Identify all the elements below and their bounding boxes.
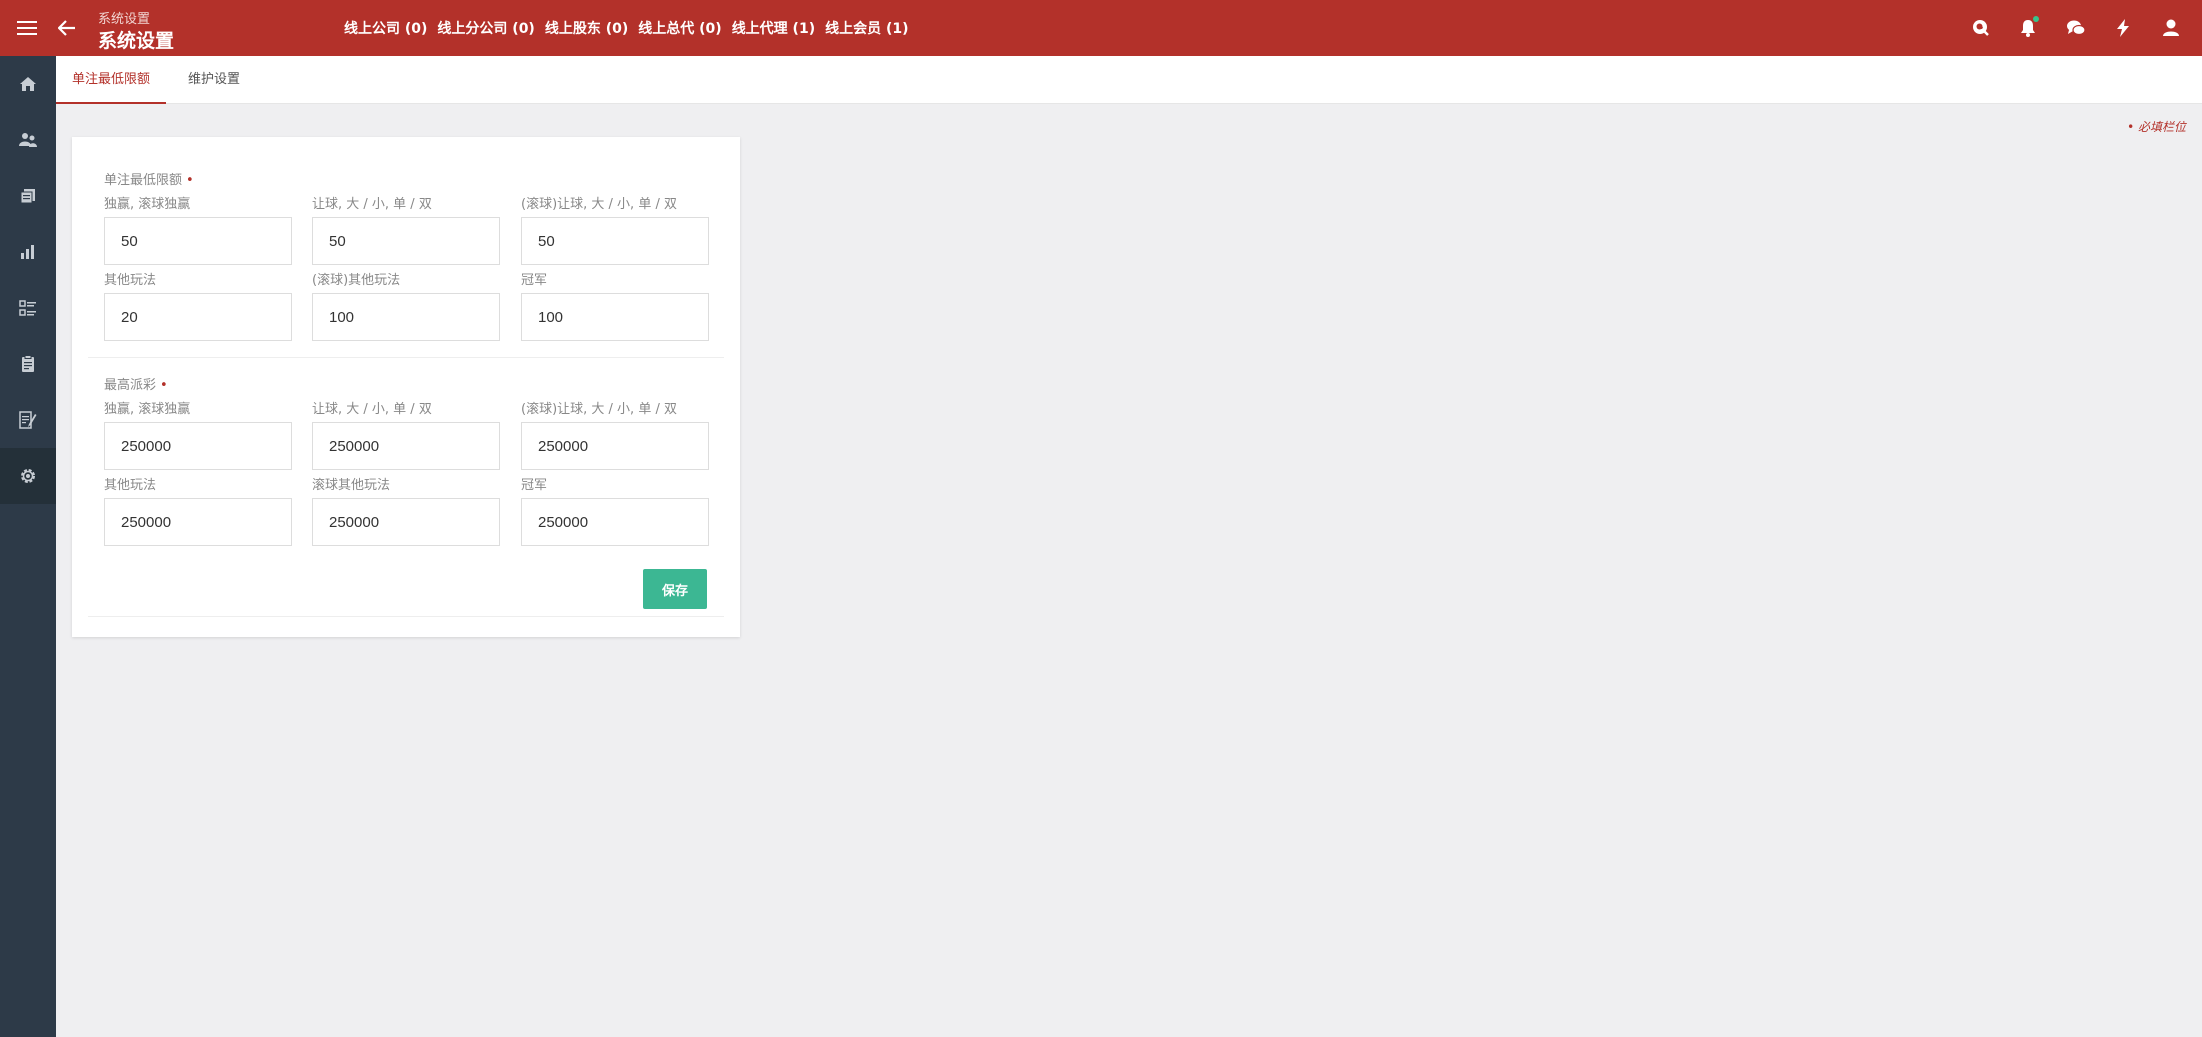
max-payout-outright-input[interactable]: [521, 498, 709, 546]
top-header: 系统设置 系统设置 线上公司 (0) 线上分公司 (0) 线上股东 (0) 线上…: [0, 0, 2202, 56]
page-title: 系统设置: [98, 30, 175, 52]
stat-online-member[interactable]: 线上会员 (1): [825, 18, 908, 38]
field-label: 其他玩法: [104, 478, 157, 493]
tab-maintenance-settings[interactable]: 维护设置: [172, 56, 256, 104]
settings-icon: [21, 469, 35, 483]
max-payout-live-handicap-input[interactable]: [521, 422, 709, 470]
users-icon: [19, 133, 37, 147]
home-icon: [20, 77, 36, 91]
stat-online-general-agent[interactable]: 线上总代 (0): [638, 18, 721, 38]
min-bet-outright-input[interactable]: [521, 293, 709, 341]
lightning-icon[interactable]: [2109, 14, 2137, 42]
stat-online-agent[interactable]: 线上代理 (1): [732, 18, 815, 38]
documents-icon: [20, 189, 35, 204]
online-stats: 线上公司 (0) 线上分公司 (0) 线上股东 (0) 线上总代 (0) 线上代…: [344, 18, 909, 38]
max-payout-other-input[interactable]: [104, 498, 292, 546]
report-icon: [19, 411, 37, 429]
breadcrumb: 系统设置: [98, 12, 151, 27]
stat-online-branch[interactable]: 线上分公司 (0): [437, 18, 534, 38]
save-button[interactable]: 保存: [643, 569, 707, 609]
required-mark: •: [160, 378, 168, 393]
stat-online-company[interactable]: 线上公司 (0): [344, 18, 427, 38]
sidebar-item-clipboard[interactable]: [0, 336, 56, 392]
sidebar-item-documents[interactable]: [0, 168, 56, 224]
bell-icon[interactable]: [2014, 14, 2042, 42]
field-label: 独赢, 滚球独赢: [104, 197, 191, 212]
section-divider: [88, 357, 724, 358]
sidebar-item-reports[interactable]: [0, 224, 56, 280]
chat-icon[interactable]: [2062, 14, 2090, 42]
sidebar-item-list[interactable]: [0, 280, 56, 336]
tab-min-bet-limit[interactable]: 单注最低限额: [56, 56, 167, 104]
min-bet-moneyline-input[interactable]: [104, 217, 292, 265]
tab-bar: 单注最低限额 维护设置: [56, 56, 2202, 104]
clipboard-icon: [22, 355, 34, 372]
section-min-bet-label: 单注最低限额: [104, 173, 183, 188]
min-bet-live-other-input[interactable]: [312, 293, 500, 341]
notification-dot: [2033, 16, 2039, 22]
required-mark: •: [186, 173, 194, 188]
menu-icon[interactable]: [13, 14, 41, 42]
section-max-payout-label: 最高派彩: [104, 378, 157, 393]
sidebar-item-settings[interactable]: [0, 448, 56, 504]
max-payout-handicap-input[interactable]: [312, 422, 500, 470]
list-icon: [19, 300, 36, 316]
sidebar: [0, 56, 56, 1037]
required-fields-note: • 必填栏位: [2127, 120, 2186, 134]
search-icon[interactable]: [1967, 14, 1995, 42]
field-label: 滚球其他玩法: [312, 478, 391, 493]
field-label: 其他玩法: [104, 273, 157, 288]
field-label: (滚球)让球, 大 / 小, 单 / 双: [521, 197, 677, 212]
min-bet-live-handicap-input[interactable]: [521, 217, 709, 265]
sidebar-item-users[interactable]: [0, 112, 56, 168]
sidebar-item-home[interactable]: [0, 56, 56, 112]
max-payout-moneyline-input[interactable]: [104, 422, 292, 470]
footer-divider: [88, 616, 724, 617]
min-bet-handicap-input[interactable]: [312, 217, 500, 265]
field-label: 让球, 大 / 小, 单 / 双: [312, 197, 432, 212]
section-max-payout-title: 最高派彩 •: [104, 374, 168, 393]
chart-icon: [21, 245, 34, 259]
field-label: (滚球)其他玩法: [312, 273, 401, 288]
sidebar-item-log[interactable]: [0, 392, 56, 448]
field-label: 冠军: [521, 478, 548, 493]
max-payout-live-other-input[interactable]: [312, 498, 500, 546]
section-min-bet-title: 单注最低限额 •: [104, 169, 194, 188]
settings-form-card: 单注最低限额 • 独赢, 滚球独赢 让球, 大 / 小, 单 / 双 (滚球)让球…: [72, 137, 740, 637]
field-label: (滚球)让球, 大 / 小, 单 / 双: [521, 402, 677, 417]
field-label: 独赢, 滚球独赢: [104, 402, 191, 417]
user-icon[interactable]: [2157, 14, 2185, 42]
back-arrow-icon[interactable]: [53, 14, 81, 42]
stat-online-shareholder[interactable]: 线上股东 (0): [545, 18, 628, 38]
min-bet-other-input[interactable]: [104, 293, 292, 341]
field-label: 冠军: [521, 273, 548, 288]
field-label: 让球, 大 / 小, 单 / 双: [312, 402, 432, 417]
